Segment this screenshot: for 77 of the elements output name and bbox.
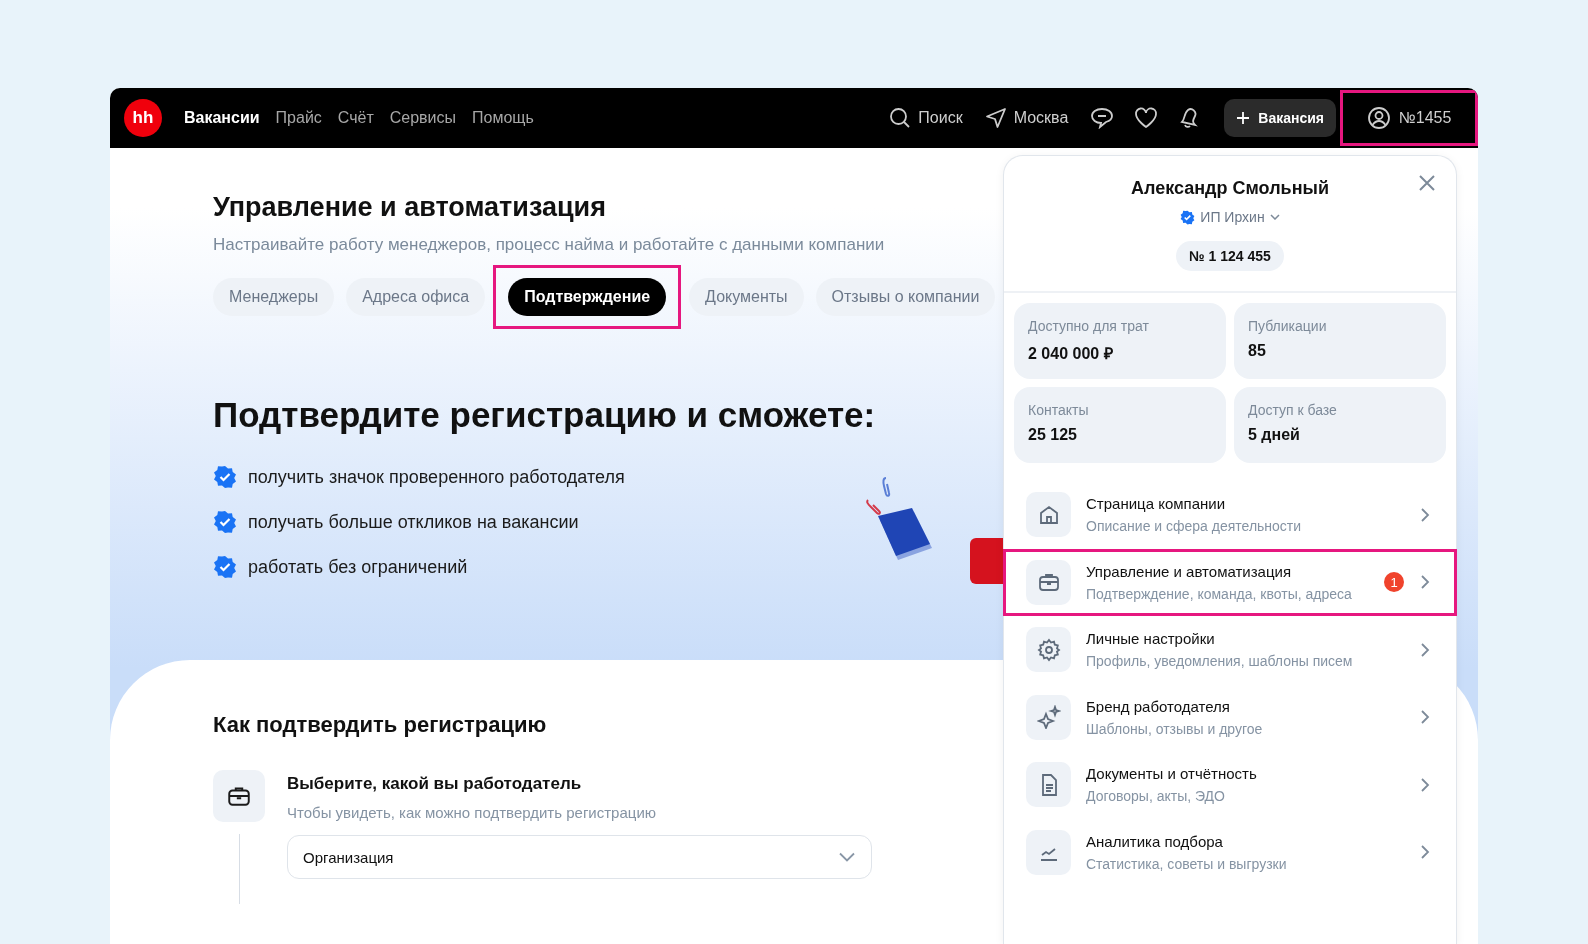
chevron-right-icon <box>1420 506 1430 523</box>
menu-item-subtitle: Статистика, советы и выгрузки <box>1086 855 1288 872</box>
heart-icon[interactable] <box>1134 107 1159 129</box>
tab[interactable]: Документы <box>689 278 804 316</box>
create-vacancy-button[interactable]: Вакансия <box>1224 99 1336 137</box>
section-title: Как подтвердить регистрацию <box>213 712 547 738</box>
menu-item-subtitle: Договоры, акты, ЭДО <box>1086 788 1226 805</box>
account-button[interactable]: №1455 <box>1340 90 1478 146</box>
menu-item[interactable]: Документы и отчётность Договоры, акты, ЭДО <box>1003 751 1457 819</box>
tab[interactable]: Отзывы о компании <box>815 278 996 316</box>
menu-item-title: Личные настройки <box>1086 630 1216 648</box>
menu-item[interactable]: Личные настройки Профиль, уведомления, шаблоны писем <box>1003 616 1457 684</box>
chat-icon[interactable] <box>1090 107 1115 129</box>
nav-link[interactable]: Вакансии <box>184 109 260 127</box>
chevron-right-icon <box>1420 574 1430 591</box>
settings-icon <box>1036 637 1061 662</box>
sparkle-icon <box>1036 705 1061 730</box>
search-icon <box>889 107 912 129</box>
stat-value: 25 125 <box>1028 426 1078 444</box>
user-name: Александр Смольный <box>1131 178 1329 199</box>
chevron-right-icon <box>1420 709 1430 726</box>
page-subtitle: Настраивайте работу менеджеров, процесс найма и работайте с данными компании <box>213 235 886 255</box>
menu-item-subtitle: Профиль, уведомления, шаблоны писем <box>1086 653 1354 670</box>
stat-label: Доступ к базе <box>1248 402 1338 418</box>
plus-icon <box>1236 111 1251 125</box>
user-icon <box>1366 106 1391 130</box>
step-title: Выберите, какой вы работодатель <box>287 774 583 794</box>
tab[interactable]: Адреса офиса <box>346 278 486 316</box>
stat-value: 2 040 000 ₽ <box>1028 344 1114 364</box>
menu-item-subtitle: Шаблоны, отзывы и другое <box>1086 720 1264 737</box>
menu-item-subtitle: Подтверждение, команда, квоты, адреса <box>1086 585 1353 602</box>
menu-item-title: Управление и автоматизация <box>1086 562 1292 580</box>
chevron-down-icon <box>1269 214 1280 220</box>
stat-label: Публикации <box>1248 318 1328 334</box>
nav-link[interactable]: Прайс <box>275 109 322 127</box>
verified-check-icon <box>213 465 237 489</box>
nav-link[interactable]: Сервисы <box>389 109 457 127</box>
bell-icon[interactable] <box>1178 107 1201 129</box>
step-hint: Чтобы увидеть, как можно подтвердить регистрацию <box>287 804 658 821</box>
notification-badge: 1 <box>1384 572 1404 593</box>
chevron-down-icon <box>838 852 856 862</box>
hero-title: Подтвердите регистрацию и сможете: <box>213 395 876 435</box>
city-button[interactable]: Москва <box>984 107 1069 129</box>
chevron-right-icon <box>1420 641 1430 658</box>
chevron-right-icon <box>1420 776 1430 793</box>
nav-link[interactable]: Счёт <box>337 109 374 127</box>
tab[interactable]: Подтверждение <box>508 278 667 316</box>
menu-item-title: Бренд работодателя <box>1086 697 1231 715</box>
benefit-text: работать без ограничений <box>248 556 468 578</box>
search-button[interactable]: Поиск <box>889 107 963 129</box>
menu-item[interactable]: Управление и автоматизация Подтверждение, команда, квоты, адреса 1 <box>1003 548 1457 616</box>
stat-label: Доступно для трат <box>1028 318 1150 334</box>
stat-value: 5 дней <box>1248 426 1301 444</box>
verified-check-icon <box>213 510 237 534</box>
nav-link[interactable]: Помощь <box>472 109 534 127</box>
account-number-badge: № 1 124 455 <box>1176 241 1284 271</box>
stat-value: 85 <box>1248 342 1267 360</box>
menu-item[interactable]: Бренд работодателя Шаблоны, отзывы и другое <box>1003 683 1457 751</box>
benefit-text: получать больше откликов на вакансии <box>248 511 579 533</box>
menu-item-title: Страница компании <box>1086 495 1227 513</box>
verified-check-icon <box>213 555 237 579</box>
benefit-text: получить значок проверенного работодателя <box>248 466 625 488</box>
menu-item[interactable]: Аналитика подбора Статистика, советы и выгрузки <box>1003 818 1457 886</box>
page-title: Управление и автоматизация <box>213 192 606 223</box>
menu-item[interactable]: Страница компании Описание и сфера деятельности <box>1003 481 1457 549</box>
location-arrow-icon <box>984 107 1007 129</box>
briefcase-icon <box>213 770 265 822</box>
close-button[interactable] <box>1418 174 1436 192</box>
menu-item-title: Аналитика подбора <box>1086 832 1224 850</box>
menu-item-subtitle: Описание и сфера деятельности <box>1086 518 1303 535</box>
company-switcher[interactable]: ИП Ирхин <box>1180 209 1280 225</box>
tab[interactable]: Менеджеры <box>213 278 335 316</box>
employer-type-select[interactable]: Организация <box>287 835 872 879</box>
menu-item-title: Документы и отчётность <box>1086 765 1258 783</box>
chevron-right-icon <box>1420 844 1430 861</box>
hh-logo[interactable]: hh <box>124 99 162 137</box>
stat-label: Контакты <box>1028 402 1090 418</box>
